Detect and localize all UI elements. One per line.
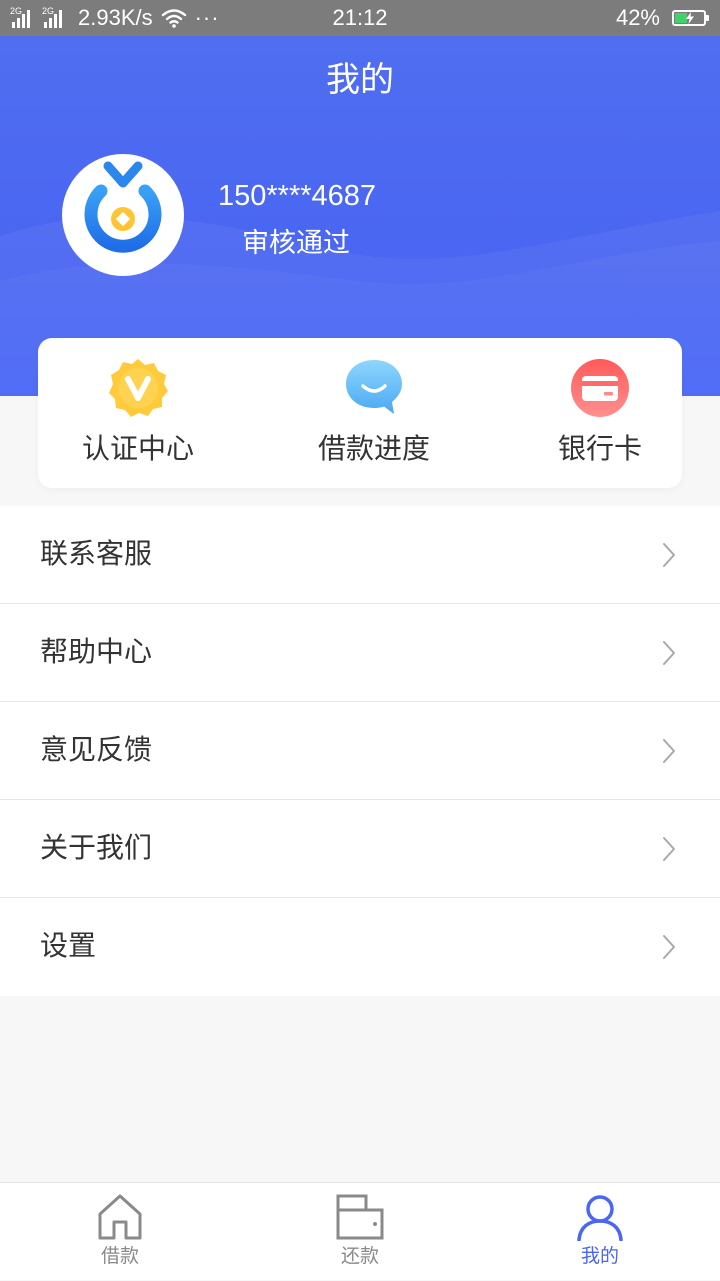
app-logo-icon (84, 161, 162, 253)
quick-action-loan-progress[interactable]: 借款进度 (274, 338, 474, 488)
tab-mine[interactable]: 我的 (480, 1183, 720, 1281)
verification-status: 审核通过 (242, 228, 350, 259)
menu-item-label: 联系客服 (40, 537, 153, 570)
user-icon (577, 1195, 623, 1241)
chat-bubble-icon (346, 360, 402, 414)
quick-actions-card: 认证中心 借款进度 银行卡 (38, 338, 682, 488)
menu-item-help-center[interactable]: 帮助中心 (0, 604, 720, 702)
status-bar: 2G 2G 2.93K/s ··· 21:12 42% (0, 0, 720, 36)
menu-item-label: 意见反馈 (40, 733, 153, 766)
battery-percent: 42% (615, 5, 660, 30)
menu-item-label: 关于我们 (40, 831, 153, 864)
quick-action-label: 银行卡 (557, 432, 642, 465)
chevron-right-icon (663, 543, 675, 567)
quick-action-label: 借款进度 (317, 432, 430, 465)
bottom-tab-bar: 借款 还款 我的 (0, 1182, 720, 1280)
menu-item-settings[interactable]: 设置 (0, 898, 720, 996)
avatar[interactable] (62, 154, 184, 276)
tab-repay[interactable]: 还款 (240, 1183, 480, 1281)
battery-charging-icon (672, 10, 709, 26)
tab-label: 我的 (580, 1245, 619, 1267)
quick-action-bank-card[interactable]: 银行卡 (500, 338, 700, 488)
wallet-icon (336, 1194, 384, 1240)
quick-action-label: 认证中心 (81, 432, 194, 465)
verify-badge-icon (109, 359, 168, 417)
menu-item-about-us[interactable]: 关于我们 (0, 800, 720, 898)
tab-label: 还款 (340, 1245, 379, 1267)
chevron-right-icon (663, 739, 675, 763)
quick-action-verify-center[interactable]: 认证中心 (38, 338, 238, 488)
home-icon (98, 1194, 142, 1240)
settings-menu-list: 联系客服 帮助中心 意见反馈 关于我们 设置 (0, 506, 720, 996)
bank-card-icon (571, 359, 629, 417)
menu-item-feedback[interactable]: 意见反馈 (0, 702, 720, 800)
tab-label: 借款 (100, 1245, 139, 1267)
menu-item-label: 帮助中心 (40, 635, 153, 668)
user-phone: 150****4687 (218, 180, 377, 212)
chevron-right-icon (663, 935, 675, 959)
status-right-group: 42% (615, 4, 709, 32)
clock: 21:12 (332, 5, 388, 30)
chevron-right-icon (663, 641, 675, 665)
chevron-right-icon (663, 837, 675, 861)
page-title: 我的 (326, 60, 394, 100)
menu-item-contact-service[interactable]: 联系客服 (0, 506, 720, 604)
menu-item-label: 设置 (40, 929, 97, 962)
tab-borrow[interactable]: 借款 (0, 1183, 240, 1281)
